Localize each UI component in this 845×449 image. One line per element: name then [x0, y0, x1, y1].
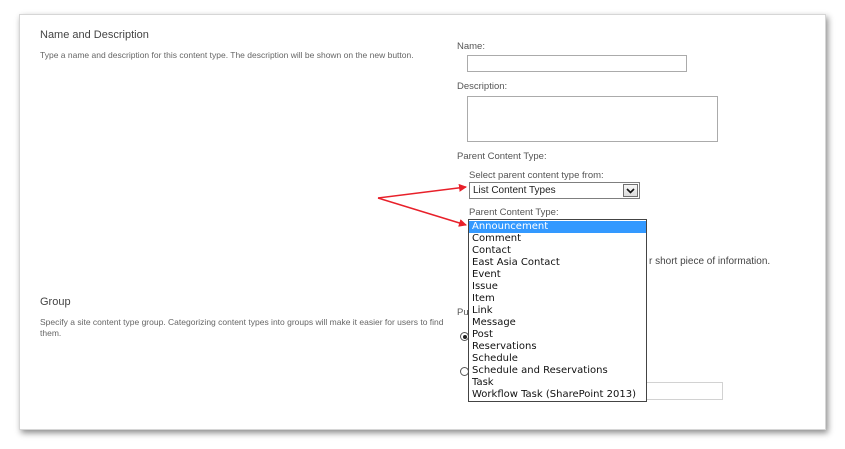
content-type-form: Name and Description Type a name and des… — [19, 14, 826, 430]
arrow-to-listbox — [377, 197, 467, 227]
arrow-to-select — [377, 183, 467, 199]
annotation-arrows — [377, 183, 467, 227]
